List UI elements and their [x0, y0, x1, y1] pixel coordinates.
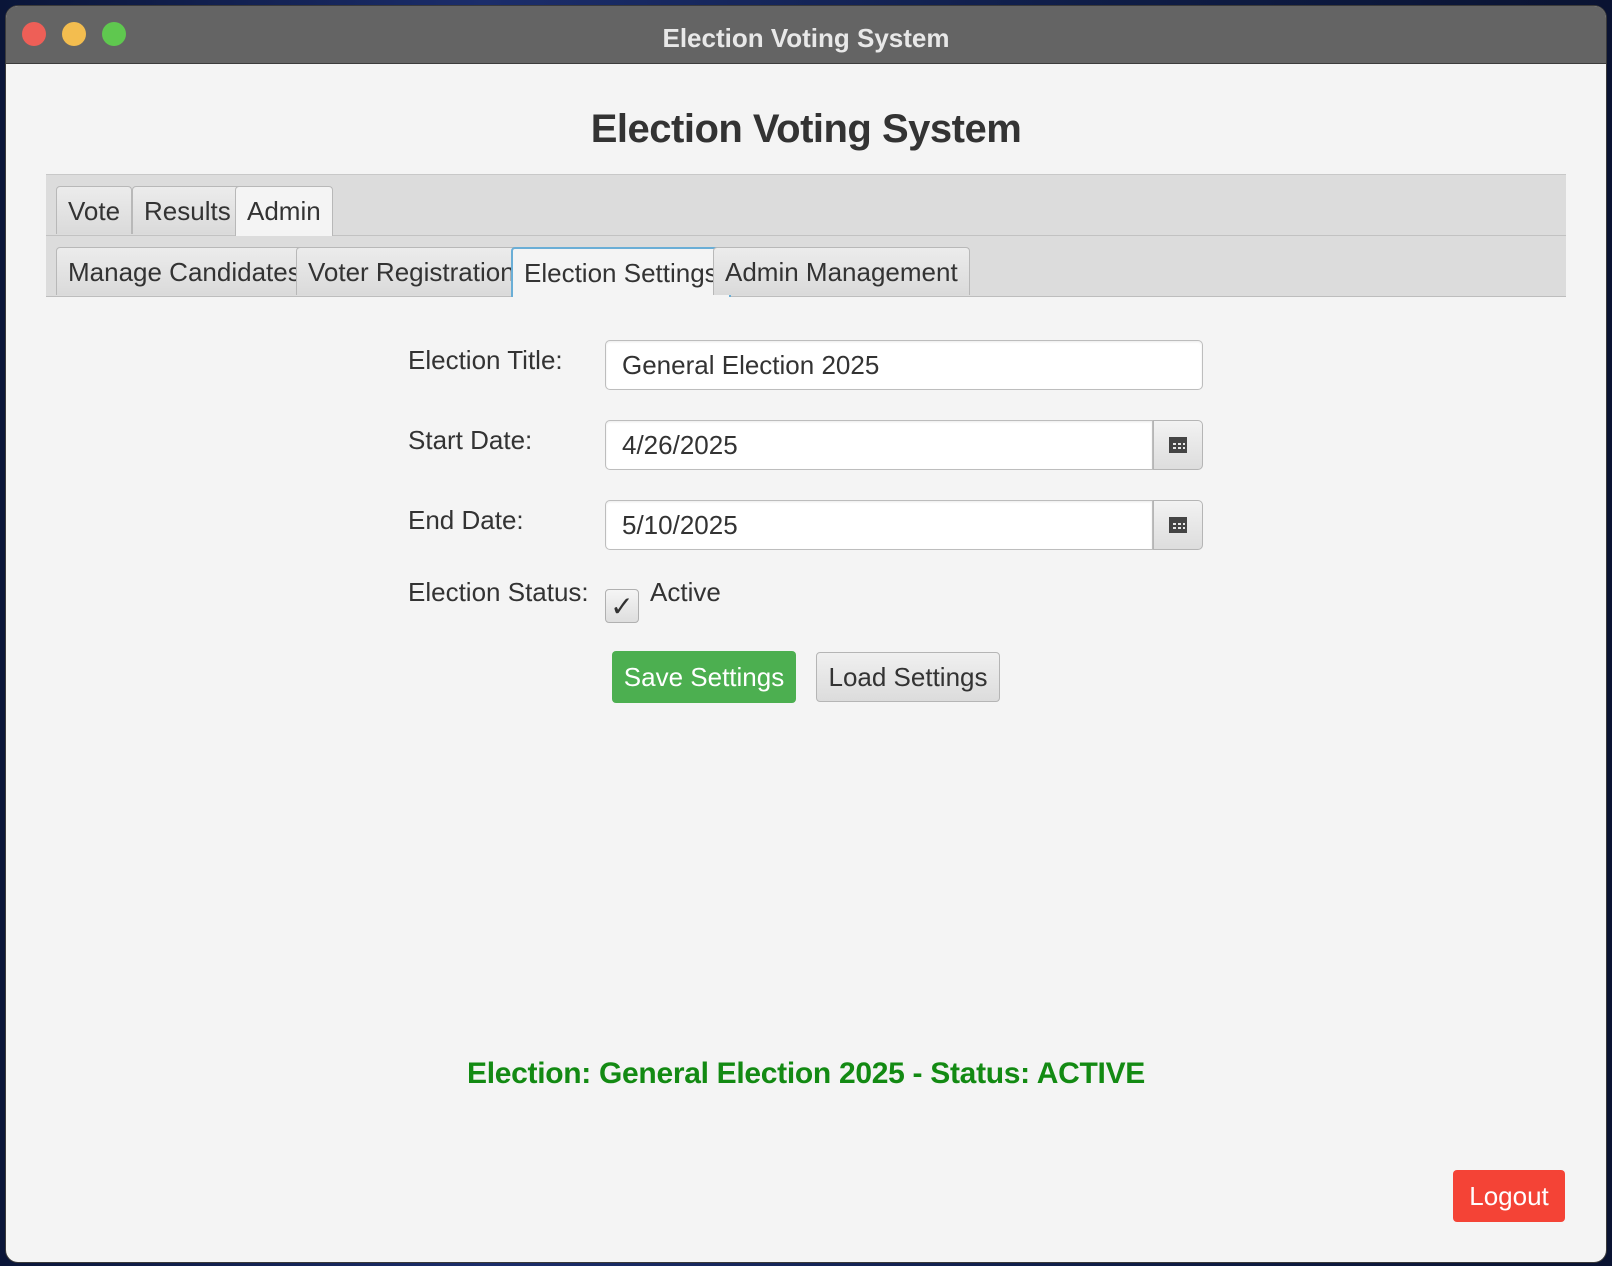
window-title: Election Voting System	[662, 23, 950, 53]
app-window: Election Voting System Election Voting S…	[6, 6, 1606, 1262]
election-status-label: Election Status:	[408, 577, 589, 607]
tab-results[interactable]: Results	[132, 186, 243, 234]
election-title-label: Election Title:	[408, 345, 563, 375]
main-tab-bar: Vote Results Admin	[46, 174, 1566, 236]
calendar-icon	[1169, 517, 1187, 533]
logout-button[interactable]: Logout	[1453, 1170, 1565, 1222]
tab-admin[interactable]: Admin	[235, 186, 333, 236]
election-status-message: Election: General Election 2025 - Status…	[466, 1057, 1145, 1090]
tab-vote[interactable]: Vote	[56, 186, 133, 234]
end-date-picker-button[interactable]	[1153, 500, 1203, 550]
start-date-picker-button[interactable]	[1153, 420, 1203, 470]
calendar-icon	[1169, 437, 1187, 453]
save-settings-button[interactable]: Save Settings	[612, 651, 796, 703]
tab-manage-candidates[interactable]: Manage Candidates	[56, 247, 313, 295]
tab-voter-registration[interactable]: Voter Registration	[296, 247, 527, 295]
tab-admin-management[interactable]: Admin Management	[713, 247, 970, 295]
end-date-label: End Date:	[408, 505, 524, 535]
end-date-input[interactable]: 5/10/2025	[605, 500, 1153, 550]
checkmark-icon: ✓	[610, 590, 634, 622]
title-bar[interactable]: Election Voting System	[6, 6, 1606, 64]
election-title-input[interactable]: General Election 2025	[605, 340, 1203, 390]
page-title: Election Voting System	[590, 107, 1022, 151]
tab-election-settings[interactable]: Election Settings	[511, 247, 731, 297]
active-checkbox-label[interactable]: Active	[650, 577, 721, 608]
start-date-label: Start Date:	[408, 425, 533, 455]
active-checkbox[interactable]: ✓	[605, 589, 639, 623]
load-settings-button[interactable]: Load Settings	[816, 652, 1000, 702]
start-date-input[interactable]: 4/26/2025	[605, 420, 1153, 470]
admin-tab-bar: Manage Candidates Voter Registration Ele…	[46, 236, 1566, 297]
